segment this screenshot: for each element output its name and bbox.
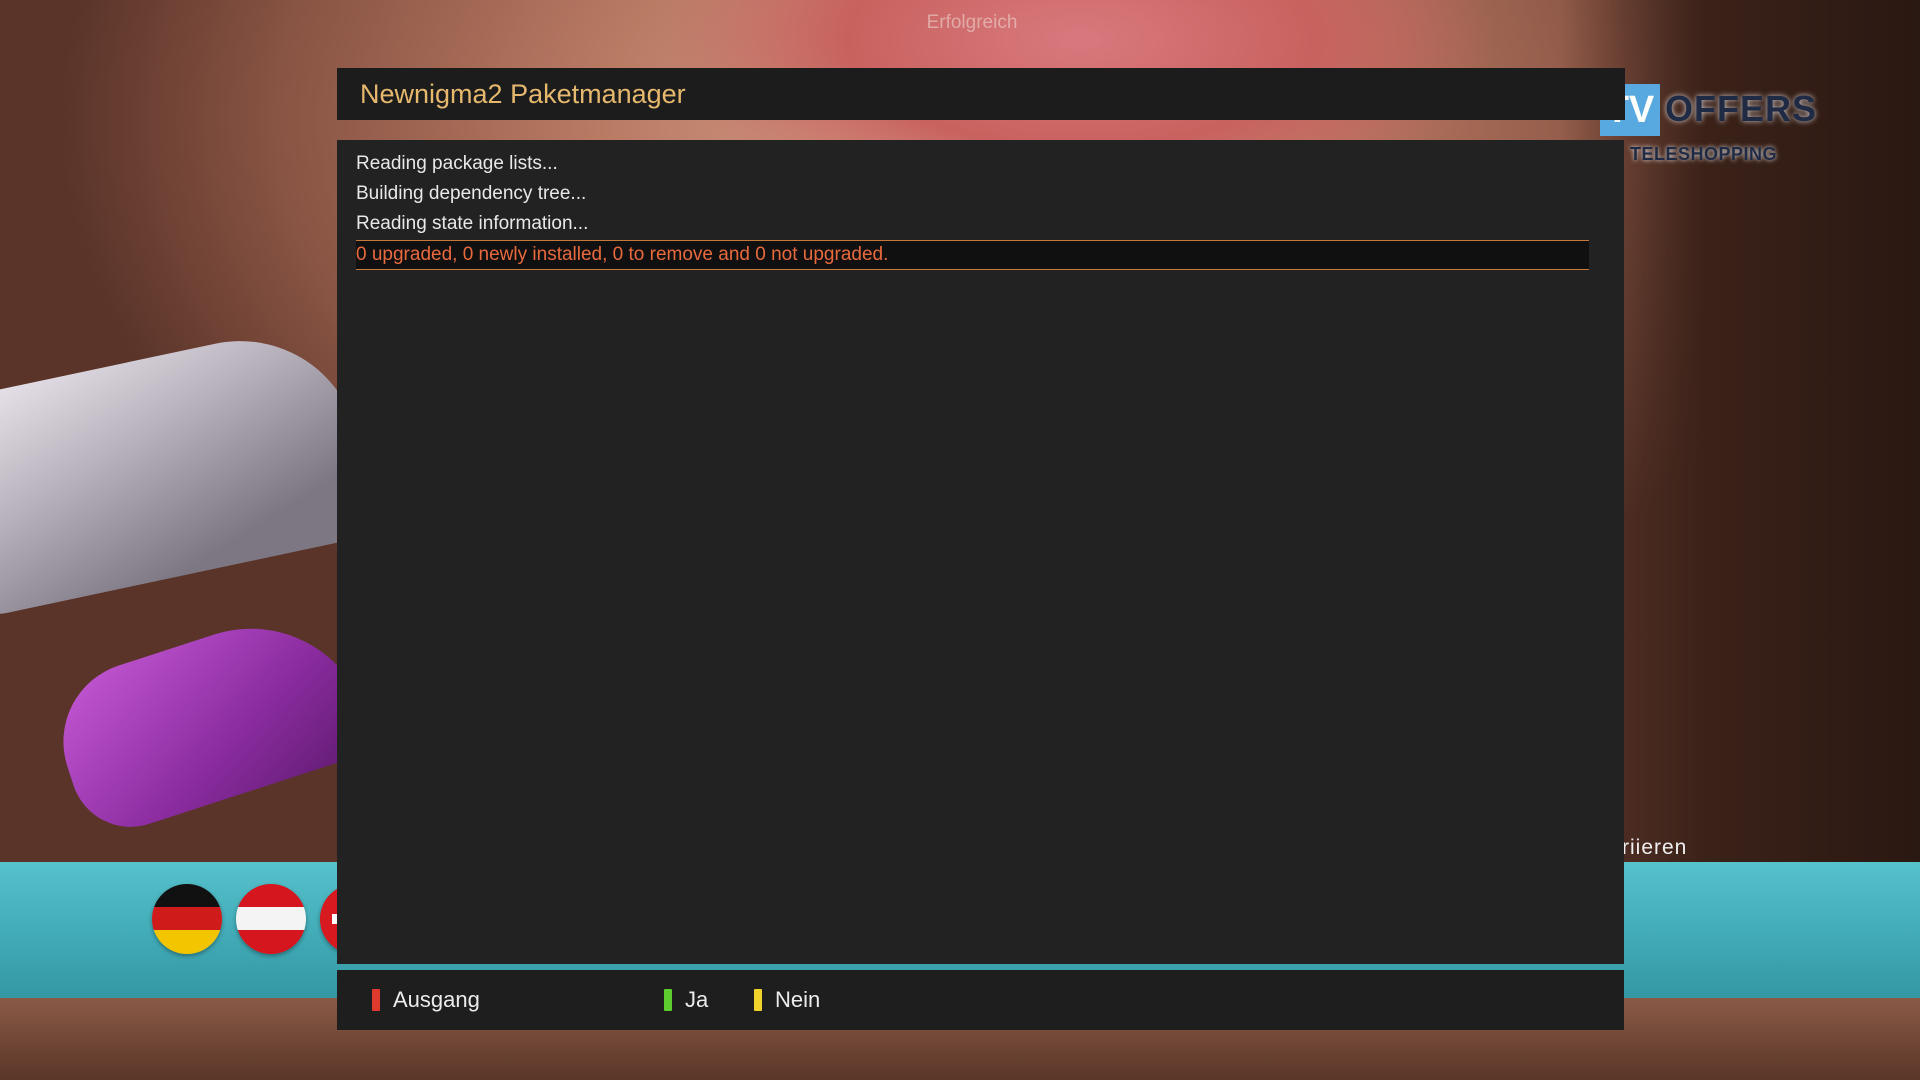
log-line[interactable]: Reading state information...	[356, 210, 588, 238]
green-key-icon	[664, 989, 672, 1011]
log-line[interactable]: Reading package lists...	[356, 150, 558, 178]
channel-logo-word: OFFERS	[1665, 88, 1818, 129]
channel-logo-sub: TELESHOPPING	[1630, 144, 1778, 164]
status-message: Erfolgreich	[926, 12, 1018, 33]
exit-button[interactable]: Ausgang	[372, 970, 480, 1030]
red-key-icon	[372, 989, 380, 1011]
background-caption: riieren	[1622, 836, 1688, 859]
dialog-title: Newnigma2 Paketmanager	[360, 79, 686, 109]
color-button-bar: Ausgang Ja Nein	[337, 970, 1624, 1030]
log-line-selected[interactable]: 0 upgraded, 0 newly installed, 0 to remo…	[356, 240, 1589, 270]
no-button-label: Nein	[775, 987, 821, 1012]
log-line[interactable]: Building dependency tree...	[356, 180, 586, 208]
austria-flag-icon	[236, 884, 306, 954]
log-line-selected-text: 0 upgraded, 0 newly installed, 0 to remo…	[356, 244, 889, 265]
dialog-title-bar: Newnigma2 Paketmanager	[337, 68, 1625, 120]
no-button[interactable]: Nein	[754, 970, 820, 1030]
germany-flag-icon	[152, 884, 222, 954]
channel-logo: TV OFFERS TELESHOPPING	[1600, 84, 1816, 174]
exit-button-label: Ausgang	[393, 987, 480, 1012]
yes-button-label: Ja	[685, 987, 709, 1012]
yellow-key-icon	[754, 989, 762, 1011]
tv-screen: TV OFFERS TELESHOPPING riieren Erfolgrei…	[0, 0, 1920, 1080]
log-panel[interactable]: Reading package lists... Building depend…	[337, 140, 1624, 964]
yes-button[interactable]: Ja	[664, 970, 708, 1030]
